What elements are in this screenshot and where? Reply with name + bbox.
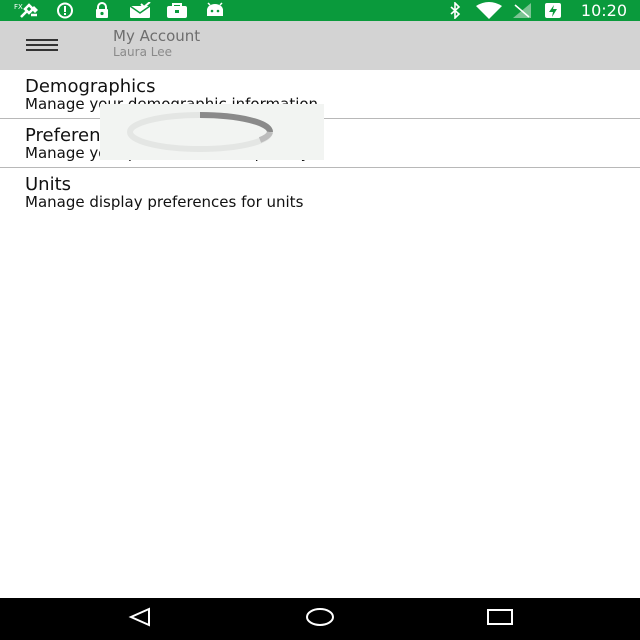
- loading-overlay: [100, 104, 324, 160]
- account-name: Laura Lee: [113, 45, 172, 59]
- svg-text:FX: FX: [14, 3, 23, 11]
- list-item-units[interactable]: Units Manage display preferences for uni…: [0, 168, 640, 216]
- envelope-check-icon: [128, 2, 152, 19]
- status-time: 10:20: [580, 1, 627, 20]
- page-title: My Account: [113, 27, 201, 45]
- app-bar: My Account Laura Lee: [0, 21, 640, 70]
- menu-button[interactable]: [26, 35, 62, 57]
- back-button[interactable]: [120, 605, 160, 633]
- recents-button[interactable]: [480, 605, 520, 633]
- list-item-title: Demographics: [25, 76, 156, 97]
- info-circle-icon: [55, 2, 75, 19]
- satellite-icon: FX: [14, 2, 42, 19]
- wifi-icon: [474, 2, 504, 19]
- status-bar: FX 10:20: [0, 0, 640, 21]
- navigation-bar: [0, 598, 640, 640]
- home-icon: [304, 606, 336, 632]
- hamburger-menu-icon: [26, 37, 58, 56]
- bluetooth-icon: [447, 2, 463, 19]
- lock-icon: [92, 2, 112, 19]
- list-item-title: Units: [25, 174, 72, 195]
- home-button[interactable]: [300, 605, 340, 633]
- briefcase-icon: [165, 2, 189, 19]
- loading-spinner-icon: [120, 110, 280, 158]
- battery-charging-icon: [543, 2, 563, 19]
- android-icon: [204, 2, 226, 19]
- back-icon: [127, 607, 153, 631]
- recents-icon: [486, 607, 514, 631]
- no-signal-icon: [511, 2, 533, 19]
- list-item-description: Manage display preferences for units: [25, 193, 304, 211]
